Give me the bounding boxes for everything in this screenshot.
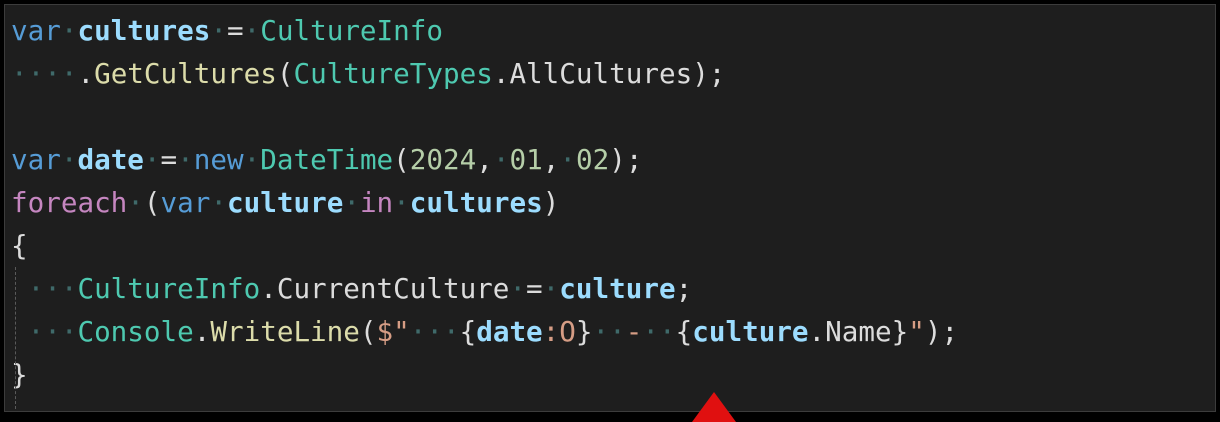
code-token-kw2: foreach bbox=[11, 186, 128, 219]
code-token-prop: Name bbox=[825, 315, 892, 348]
code-token-ws: ·· bbox=[592, 315, 626, 348]
indent-guide bbox=[15, 267, 16, 409]
code-token-num: 2024 bbox=[409, 143, 477, 176]
code-token-ident: culture bbox=[692, 315, 809, 348]
code-line[interactable]: ····.GetCultures(CultureTypes.AllCulture… bbox=[11, 52, 958, 95]
code-token-kw: var bbox=[11, 14, 61, 47]
code-token-ident: date bbox=[77, 143, 144, 176]
code-token-num: 02 bbox=[575, 143, 610, 176]
code-token-punc: ; bbox=[675, 272, 693, 305]
code-token-str: - bbox=[625, 315, 643, 348]
code-token-punc: . bbox=[193, 315, 211, 348]
code-token-ws: · bbox=[343, 186, 360, 219]
code-token-interp: } bbox=[575, 315, 593, 348]
code-token-ws: · bbox=[127, 186, 144, 219]
code-token-punc: = bbox=[227, 14, 244, 47]
code-token-ws: ··· bbox=[11, 272, 78, 305]
code-line[interactable]: } bbox=[11, 353, 958, 396]
code-token-ws: · bbox=[492, 143, 510, 176]
code-token-ws: · bbox=[210, 14, 227, 47]
code-token-punc: . bbox=[492, 57, 510, 90]
code-token-ws: · bbox=[60, 14, 78, 47]
code-token-punc: ) bbox=[542, 186, 560, 219]
code-token-ws: ·· bbox=[642, 315, 676, 348]
code-token-ws: ··· bbox=[11, 315, 78, 348]
code-token-type: CultureTypes bbox=[293, 57, 493, 90]
code-token-ws: · bbox=[393, 186, 410, 219]
code-token-ident: culture bbox=[559, 272, 676, 305]
code-token-ws: · bbox=[559, 143, 576, 176]
code-token-ws: · bbox=[542, 272, 560, 305]
code-line[interactable]: foreach·(var·culture·in·cultures) bbox=[11, 181, 958, 224]
code-token-punc: ( bbox=[359, 315, 377, 348]
code-block[interactable]: var·cultures·=·CultureInfo ····.GetCultur… bbox=[11, 9, 958, 396]
code-token-ws: · bbox=[210, 186, 228, 219]
code-token-punc: ( bbox=[276, 57, 294, 90]
code-token-ws: · bbox=[60, 143, 78, 176]
code-line[interactable]: { bbox=[11, 224, 958, 267]
code-token-prop: AllCultures bbox=[509, 57, 693, 90]
code-token-ws: · bbox=[243, 143, 261, 176]
code-token-type: CultureInfo bbox=[77, 272, 261, 305]
code-token-punc: ); bbox=[692, 57, 726, 90]
code-token-ident: date bbox=[476, 315, 543, 348]
code-token-ws: · bbox=[143, 143, 161, 176]
code-token-punc: = bbox=[160, 143, 178, 176]
code-token-member: WriteLine bbox=[210, 315, 360, 348]
code-line[interactable]: ···Console.WriteLine($"···{date:O}··-··{… bbox=[11, 310, 959, 353]
code-token-ws: ··· bbox=[409, 315, 460, 348]
code-token-punc: . bbox=[77, 57, 95, 90]
code-token-punc: ); bbox=[609, 143, 643, 176]
screenshot-frame: var·cultures·=·CultureInfo ····.GetCultur… bbox=[0, 0, 1220, 422]
code-token-ident: cultures bbox=[409, 186, 543, 219]
code-token-kw: var bbox=[160, 186, 211, 219]
code-token-punc: ); bbox=[924, 315, 959, 348]
code-token-punc: = bbox=[526, 272, 543, 305]
code-token-member: GetCultures bbox=[94, 57, 277, 90]
code-token-interp: { bbox=[675, 315, 693, 348]
code-line[interactable]: ···CultureInfo.CurrentCulture·=·culture; bbox=[11, 267, 958, 310]
code-token-kw2: in bbox=[359, 186, 394, 219]
code-token-punc: , bbox=[476, 143, 493, 176]
code-line[interactable]: var·date·=·new·DateTime(2024,·01,·02); bbox=[11, 138, 958, 181]
code-token-punc: ( bbox=[143, 186, 161, 219]
code-token-ident: cultures bbox=[77, 14, 211, 47]
code-token-str: " bbox=[908, 315, 925, 348]
red-up-arrow-icon bbox=[692, 392, 736, 422]
code-token-punc: . bbox=[808, 315, 826, 348]
code-token-prop: CurrentCulture bbox=[276, 272, 510, 305]
code-token-str: :O bbox=[542, 315, 576, 348]
code-token-ws: · bbox=[177, 143, 194, 176]
code-token-ws: · bbox=[243, 14, 261, 47]
code-editor[interactable]: var·cultures·=·CultureInfo ····.GetCultur… bbox=[4, 4, 1216, 412]
code-token-punc: } bbox=[11, 358, 28, 391]
code-token-ident: culture bbox=[227, 186, 344, 219]
code-token-type: DateTime bbox=[260, 143, 394, 176]
code-token-interp: } bbox=[891, 315, 909, 348]
code-token-punc: . bbox=[260, 272, 277, 305]
code-token-kw: new bbox=[193, 143, 244, 176]
code-token-num: 01 bbox=[509, 143, 543, 176]
code-token-str: $" bbox=[376, 315, 410, 348]
code-token-ws: · bbox=[509, 272, 527, 305]
code-token-punc: { bbox=[11, 229, 28, 262]
code-line[interactable]: var·cultures·=·CultureInfo bbox=[11, 9, 958, 52]
code-token-type: CultureInfo bbox=[260, 14, 443, 47]
code-token-type: Console bbox=[77, 315, 194, 348]
code-line[interactable] bbox=[11, 95, 958, 138]
code-token-kw: var bbox=[11, 143, 61, 176]
code-token-ws: ···· bbox=[11, 57, 78, 90]
code-token-interp: { bbox=[459, 315, 477, 348]
code-token-punc: , bbox=[542, 143, 560, 176]
code-token-punc: ( bbox=[393, 143, 410, 176]
